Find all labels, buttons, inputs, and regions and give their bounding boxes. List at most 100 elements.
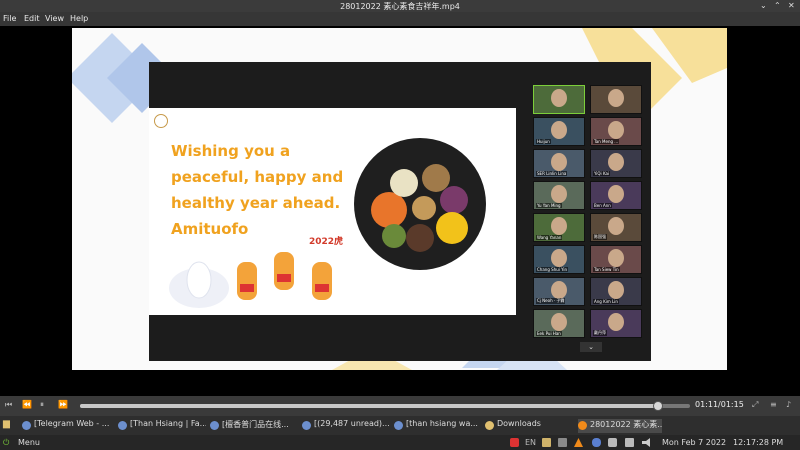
panel-row: ⏻ Menu EN Mon Feb 7 2022 12:17:28 PM	[0, 435, 800, 450]
menu-bar: File Edit View Help	[0, 12, 800, 26]
tiger-cartoon	[237, 262, 257, 300]
tiger-cartoon	[312, 262, 332, 300]
participant-video	[551, 153, 567, 171]
mint-menu-icon[interactable]: ⏻	[3, 438, 9, 448]
clock-date: Mon Feb 7 2022	[662, 438, 727, 447]
clock-time: 12:17:28 PM	[733, 438, 784, 447]
food-bowl-image	[354, 138, 486, 270]
menu-file[interactable]: File	[3, 14, 16, 23]
app-icon	[22, 421, 31, 430]
participant-video	[608, 249, 624, 267]
participant-name: Chang Shui Yin	[536, 267, 569, 272]
shared-screen: Wishing you a peaceful, happy and health…	[149, 108, 516, 315]
participant-tile[interactable]: Tan Meng ...	[590, 117, 642, 146]
menu-edit[interactable]: Edit	[24, 14, 40, 23]
app-icon	[302, 421, 311, 430]
participant-name: Ang Kim Lin	[593, 299, 619, 304]
year-badge: 2022虎	[309, 237, 344, 247]
participant-name: Cj Neoh · 子霖	[536, 298, 566, 304]
participant-tile[interactable]	[590, 85, 642, 114]
participant-tile[interactable]: 戴丹萍	[590, 309, 642, 338]
taskbar-window-button[interactable]: [檀香普门品在线...	[210, 419, 298, 433]
participant-tile[interactable]: Wang Yanan	[533, 213, 585, 242]
fullscreen-icon[interactable]: ⤢	[752, 400, 758, 410]
participant-name: 戴丹萍	[593, 330, 607, 336]
taskbar-window-label: [than hsiang wa...	[406, 419, 478, 428]
participant-video	[551, 249, 567, 267]
participant-video	[608, 217, 624, 235]
taskbar-window-button[interactable]: 28012022 素心素...	[578, 419, 662, 433]
shield-icon[interactable]	[608, 438, 617, 447]
window-titlebar: 28012022 素心素食吉祥年.mp4 ⌄ ⌃ ✕	[0, 0, 800, 12]
taskbar-window-button[interactable]: [than hsiang wa...	[394, 419, 482, 433]
seek-progress	[80, 404, 658, 408]
chevron-down-icon[interactable]: ⌄	[580, 342, 602, 352]
maximize-icon[interactable]: ⌃	[774, 1, 781, 10]
taskbar-window-button[interactable]: Downloads	[485, 419, 570, 433]
greeting-text: Wishing you a peaceful, happy and health…	[171, 142, 344, 238]
menu-button[interactable]: Menu	[18, 438, 40, 447]
participant-tile[interactable]: Eek Pui Han	[533, 309, 585, 338]
food-illustration	[371, 164, 468, 252]
participant-tile[interactable]: 陈国强	[590, 213, 642, 242]
participant-video	[608, 313, 624, 331]
participant-tile[interactable]: Ben Ann	[590, 181, 642, 210]
forward-icon[interactable]: ⏩	[58, 400, 68, 409]
participant-video	[608, 185, 624, 203]
pause-icon[interactable]: ⏸	[40, 400, 44, 410]
volume-tray-icon[interactable]	[642, 438, 651, 447]
participant-name: Tan Siew Tin	[593, 267, 620, 272]
close-icon[interactable]: ✕	[788, 1, 795, 10]
participant-video	[551, 281, 567, 299]
tray-app-icon[interactable]	[558, 438, 567, 447]
participant-video	[551, 89, 567, 107]
tiger-cartoon	[274, 252, 294, 290]
participant-tile[interactable]: YiQi Kai	[590, 149, 642, 178]
participant-tile[interactable]: Cj Neoh · 子霖	[533, 277, 585, 306]
participant-tile[interactable]: Yu Yan Ming	[533, 181, 585, 210]
app-icon	[578, 421, 587, 430]
bluetooth-icon[interactable]	[592, 438, 601, 447]
taskbar: [Telegram Web - ... [Than Hsiang | Fa... […	[0, 416, 800, 450]
taskbar-window-label: [Than Hsiang | Fa...	[130, 419, 206, 428]
minimize-icon[interactable]: ⌄	[760, 1, 767, 10]
folder-icon[interactable]: ▆	[3, 419, 10, 429]
taskbar-window-button[interactable]: [(29,487 unread)...	[302, 419, 390, 433]
participant-video	[608, 281, 624, 299]
taskbar-window-button[interactable]: [Telegram Web - ...	[22, 419, 114, 433]
skip-back-icon[interactable]: ⏮	[5, 400, 12, 410]
participant-tile[interactable]	[533, 85, 585, 114]
player-controls: ⏮ ⏪ ⏸ ⏩ 01:11/01:15 ⤢ ≡ ♪	[0, 396, 800, 416]
participant-name: Yu Yan Ming	[536, 203, 562, 208]
app-icon	[394, 421, 403, 430]
rewind-icon[interactable]: ⏪	[22, 400, 32, 409]
menu-view[interactable]: View	[45, 14, 64, 23]
tray-app-icon[interactable]	[542, 438, 551, 447]
language-indicator[interactable]: EN	[525, 438, 536, 447]
participant-tile[interactable]: Chang Shui Yin	[533, 245, 585, 274]
taskbar-window-label: [Telegram Web - ...	[34, 419, 110, 428]
tray-app-icon[interactable]	[510, 438, 519, 447]
menu-help[interactable]: Help	[70, 14, 88, 23]
taskbar-window-button[interactable]: [Than Hsiang | Fa...	[118, 419, 206, 433]
participant-name: YiQi Kai	[593, 171, 611, 176]
participant-tile[interactable]: Ang Kim Lin	[590, 277, 642, 306]
participant-name: Tan Meng ...	[593, 139, 620, 144]
vlc-icon[interactable]	[574, 438, 583, 447]
taskbar-window-label: [(29,487 unread)...	[314, 419, 390, 428]
participant-video	[551, 313, 567, 331]
volume-icon[interactable]: ♪	[786, 400, 791, 409]
app-icon	[118, 421, 127, 430]
participant-name: Wang Yanan	[536, 235, 563, 240]
participant-tile[interactable]: Huijun	[533, 117, 585, 146]
seek-bar[interactable]	[80, 401, 690, 411]
lotus-flower	[169, 261, 229, 308]
participant-tile[interactable]: SER Linlin Lina	[533, 149, 585, 178]
participant-name: Huijun	[536, 139, 551, 144]
seek-handle[interactable]	[652, 401, 663, 411]
temple-logo	[154, 114, 168, 128]
participant-tile[interactable]: Tan Siew Tin	[590, 245, 642, 274]
settings-icon[interactable]: ≡	[770, 400, 777, 409]
taskbar-window-label: 28012022 素心素...	[590, 420, 662, 429]
network-icon[interactable]	[625, 438, 634, 447]
